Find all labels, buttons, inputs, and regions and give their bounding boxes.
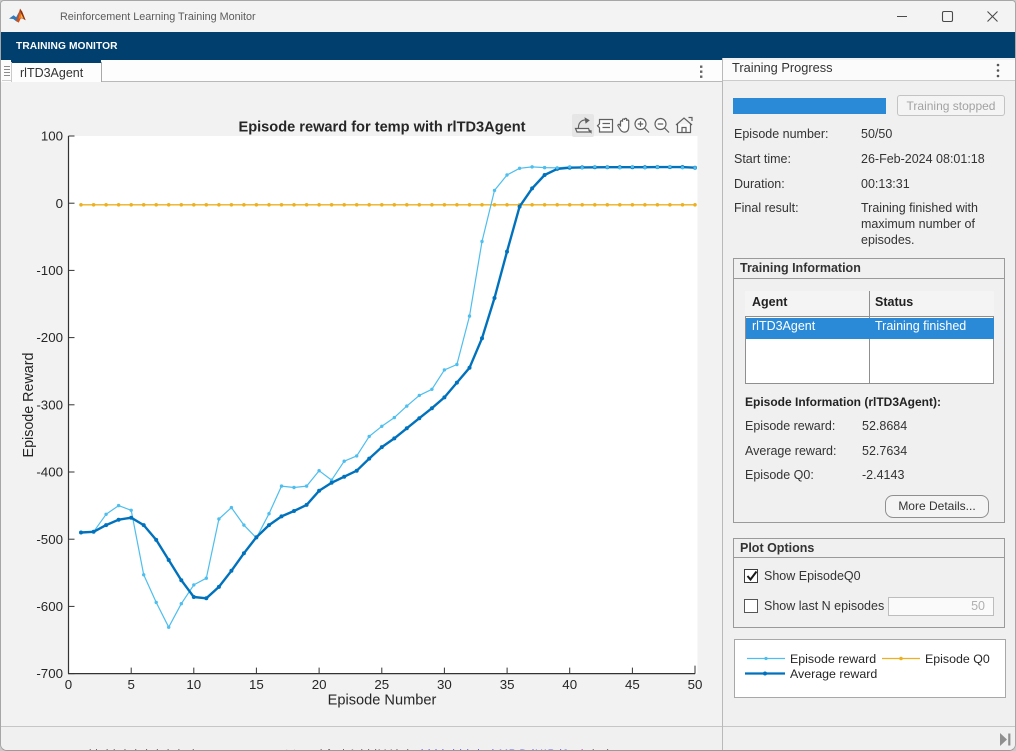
svg-text:-500: -500 (36, 532, 63, 547)
svg-text:30: 30 (437, 677, 452, 692)
svg-text:20: 20 (312, 677, 327, 692)
svg-text:10: 10 (186, 677, 201, 692)
svg-text:Episode reward for temp with r: Episode reward for temp with rlTD3Agent (238, 120, 525, 136)
svg-text:Episode Number: Episode Number (328, 693, 437, 709)
svg-text:-100: -100 (36, 263, 63, 278)
svg-text:-700: -700 (36, 666, 63, 681)
svg-text:Average reward: Average reward (790, 667, 877, 681)
svg-text:25: 25 (374, 677, 389, 692)
svg-text:-300: -300 (36, 397, 63, 412)
svg-text:100: 100 (41, 129, 63, 144)
svg-text:45: 45 (625, 677, 640, 692)
svg-text:0: 0 (56, 196, 63, 211)
svg-text:-400: -400 (36, 465, 63, 480)
svg-text:-200: -200 (36, 330, 63, 345)
svg-text:40: 40 (562, 677, 577, 692)
svg-text:Episode Q0: Episode Q0 (925, 652, 990, 666)
svg-text:35: 35 (500, 677, 515, 692)
svg-text:50: 50 (688, 677, 703, 692)
svg-text:5: 5 (127, 677, 134, 692)
svg-text:Episode Reward: Episode Reward (21, 353, 37, 458)
svg-text:15: 15 (249, 677, 264, 692)
svg-text:Episode reward: Episode reward (790, 652, 876, 666)
svg-text:-600: -600 (36, 599, 63, 614)
svg-text:0: 0 (65, 677, 72, 692)
